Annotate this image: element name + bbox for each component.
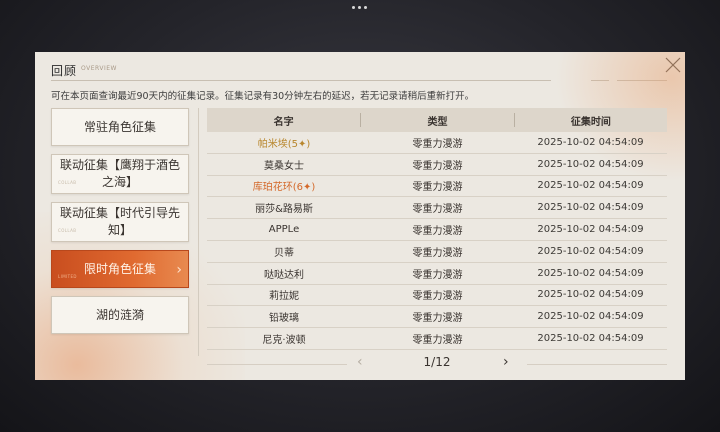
table-row: 尼克·波顿 零重力漫游 2025-10-02 04:54:09: [207, 328, 667, 350]
tab-label: 限时角色征集: [83, 261, 156, 276]
title-divider: [591, 80, 609, 81]
tab-sublabel: COLLAB: [58, 180, 77, 185]
row-name: 库珀花环(6✦): [252, 182, 316, 194]
dot: [364, 6, 367, 9]
history-panel: 回顾 OVERVIEW 可在本页面查询最近90天内的征集记录。征集记录有30分钟…: [35, 52, 685, 380]
table-row: 库珀花环(6✦) 零重力漫游 2025-10-02 04:54:09: [207, 176, 667, 198]
prev-page-button[interactable]: ‹: [357, 354, 363, 370]
table-header: 名字 类型 征集时间: [207, 108, 667, 132]
row-type: 零重力漫游: [412, 160, 463, 172]
row-name: 哒哒达利: [264, 269, 304, 281]
row-time: 2025-10-02 04:54:09: [537, 224, 644, 236]
row-name: 铅玻璃: [269, 313, 299, 325]
row-time: 2025-10-02 04:54:09: [537, 333, 644, 345]
row-time: 2025-10-02 04:54:09: [537, 289, 644, 301]
close-icon: [665, 57, 681, 73]
close-button[interactable]: [662, 54, 684, 76]
chevron-right-icon: ›: [503, 354, 509, 370]
header-time: 征集时间: [570, 116, 611, 128]
row-name: 莉拉妮: [269, 291, 299, 303]
table-row: 莫桑女士 零重力漫游 2025-10-02 04:54:09: [207, 154, 667, 176]
tab-label: 常驻角色征集: [83, 119, 156, 134]
row-time: 2025-10-02 04:54:09: [537, 202, 644, 214]
pagination: ‹ 1/12 ›: [207, 354, 667, 374]
row-name: 丽莎&路易斯: [255, 204, 313, 216]
row-type: 零重力漫游: [412, 269, 463, 281]
row-time: 2025-10-02 04:54:09: [537, 245, 644, 257]
pager-divider: [207, 364, 347, 365]
row-name: 尼克·波顿: [262, 335, 306, 347]
pager-divider: [527, 364, 667, 365]
row-name: 莫桑女士: [264, 160, 304, 172]
row-time: 2025-10-02 04:54:09: [537, 180, 644, 192]
row-type: 零重力漫游: [412, 291, 463, 303]
title-divider: [51, 80, 551, 81]
section-divider: [198, 108, 199, 356]
table-row: 莉拉妮 零重力漫游 2025-10-02 04:54:09: [207, 285, 667, 307]
chevron-right-icon: ›: [176, 262, 182, 278]
row-type: 零重力漫游: [412, 335, 463, 347]
tab-label: 湖的涟漪: [95, 307, 144, 322]
row-type: 零重力漫游: [412, 247, 463, 259]
row-time: 2025-10-02 04:54:09: [537, 311, 644, 323]
tab-sublabel: LIMITED: [58, 274, 77, 279]
table-row: APPLe 零重力漫游 2025-10-02 04:54:09: [207, 219, 667, 241]
row-type: 零重力漫游: [412, 313, 463, 325]
tab-limited-recruit[interactable]: 限时角色征集 LIMITED ›: [51, 250, 189, 288]
row-type: 零重力漫游: [412, 204, 463, 216]
row-name: 贝蒂: [274, 247, 294, 259]
recruit-record-table: 名字 类型 征集时间 帕米埃(5✦) 零重力漫游 2025-10-02 04:54:…: [207, 108, 667, 350]
row-time: 2025-10-02 04:54:09: [537, 136, 644, 148]
table-row: 帕米埃(5✦) 零重力漫游 2025-10-02 04:54:09: [207, 132, 667, 154]
row-time: 2025-10-02 04:54:09: [537, 267, 644, 279]
table-body: 帕米埃(5✦) 零重力漫游 2025-10-02 04:54:09 莫桑女士 零重力漫…: [207, 132, 667, 350]
panel-title: 回顾: [51, 64, 78, 78]
panel-title-decoration: OVERVIEW: [81, 65, 117, 72]
notice-text: 可在本页面查询最近90天内的征集记录。征集记录有30分钟左右的延迟，若无记录请稍…: [51, 91, 475, 102]
tab-collab-recruit-1[interactable]: 联动征集【鹰翔于酒色之海】 COLLAB: [51, 154, 189, 194]
next-page-button[interactable]: ›: [503, 354, 509, 370]
page-indicator: 1/12: [423, 355, 451, 369]
title-divider: [617, 80, 667, 81]
tab-sublabel: COLLAB: [58, 228, 77, 233]
dot: [352, 6, 355, 9]
tab-collab-recruit-2[interactable]: 联动征集【时代引导先知】 COLLAB: [51, 202, 189, 242]
tab-lake-ripple[interactable]: 湖的涟漪: [51, 296, 189, 334]
table-row: 铅玻璃 零重力漫游 2025-10-02 04:54:09: [207, 306, 667, 329]
row-name: 帕米埃(5✦): [257, 138, 311, 150]
header-type: 类型: [427, 116, 448, 128]
dot: [358, 6, 361, 9]
table-row: 丽莎&路易斯 零重力漫游 2025-10-02 04:54:09: [207, 197, 667, 220]
chevron-left-icon: ‹: [357, 354, 363, 370]
row-type: 零重力漫游: [412, 226, 463, 238]
tab-standard-recruit[interactable]: 常驻角色征集: [51, 108, 189, 146]
row-type: 零重力漫游: [412, 138, 463, 150]
table-row: 贝蒂 零重力漫游 2025-10-02 04:54:09: [207, 241, 667, 263]
row-name: APPLe: [268, 224, 300, 236]
table-row: 哒哒达利 零重力漫游 2025-10-02 04:54:09: [207, 263, 667, 285]
header-name: 名字: [273, 116, 294, 128]
window-drag-handle[interactable]: [352, 6, 367, 9]
row-time: 2025-10-02 04:54:09: [537, 158, 644, 170]
row-type: 零重力漫游: [412, 182, 463, 194]
